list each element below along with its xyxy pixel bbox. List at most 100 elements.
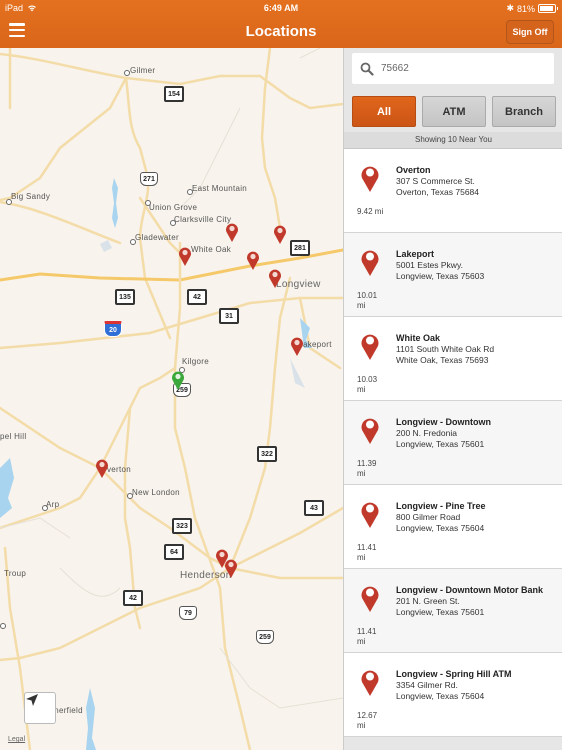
map-pin-longview-downtown[interactable] — [268, 268, 282, 288]
map-roads — [0, 48, 343, 750]
status-time: 6:49 AM — [263, 3, 299, 13]
location-distance: 9.42 mi — [357, 207, 384, 216]
search-icon — [360, 62, 374, 76]
map-label-union-grove: Union Grove — [149, 203, 198, 212]
map-pin-overton[interactable] — [95, 458, 109, 478]
highway-shield: 154 — [164, 86, 184, 102]
map-label-overton: verton — [107, 465, 132, 474]
highway-shield: 42 — [123, 590, 143, 606]
results-count: Showing 10 Near You — [344, 132, 562, 149]
map-pin-current-location[interactable] — [171, 370, 185, 390]
map-label-clarksville-city: Clarksville City — [174, 215, 232, 224]
map-pin-icon — [361, 586, 379, 612]
highway-shield: 64 — [164, 544, 184, 560]
filter-all-button[interactable]: All — [352, 96, 416, 127]
battery-percent: 81% — [516, 3, 535, 14]
location-address-line1: 1101 South White Oak Rd — [396, 344, 495, 354]
map-label-big-sandy: Big Sandy — [11, 192, 51, 201]
sign-off-button[interactable]: Sign Off — [506, 20, 554, 44]
highway-shield: 271 — [140, 172, 158, 186]
status-bar: iPad 6:49 AM ✱ 81% — [0, 0, 562, 16]
location-address-line1: 800 Gilmer Road — [396, 512, 461, 522]
location-name: Longview - Downtown Motor Bank — [396, 585, 543, 595]
location-address-line2: White Oak, Texas 75693 — [396, 354, 489, 365]
location-list-item[interactable]: Overton 307 S Commerce St. Overton, Texas… — [344, 149, 562, 233]
highway-shield: 43 — [304, 500, 324, 516]
highway-shield: 31 — [219, 308, 239, 324]
location-name: Lakeport — [396, 249, 435, 259]
legal-link[interactable]: Legal — [8, 736, 25, 743]
map-label-gilmer: Gilmer — [130, 66, 156, 75]
map-pin-icon — [361, 334, 379, 360]
location-address-line1: 3354 Gilmer Rd. — [396, 680, 458, 690]
highway-shield: 281 — [290, 240, 310, 256]
bluetooth-icon: ✱ — [506, 3, 514, 13]
map-label-longview: Longview — [276, 279, 321, 290]
current-location-button[interactable] — [24, 692, 56, 724]
highway-shield: 259 — [256, 630, 274, 644]
location-arrow-icon — [26, 694, 38, 706]
city-dot — [0, 623, 6, 629]
highway-shield: 135 — [115, 289, 135, 305]
location-distance: 10.01 mi — [357, 291, 378, 310]
locations-panel: All ATM Branch Showing 10 Near You Overt… — [343, 48, 562, 750]
map-pin-icon — [361, 250, 379, 276]
map-pin-icon — [361, 166, 379, 192]
location-address-line2: Longview, Texas 75604 — [396, 690, 485, 701]
map-pin-pine-tree[interactable] — [273, 224, 287, 244]
location-distance: 12.67 mi — [357, 711, 378, 730]
location-distance: 11.39 mi — [357, 459, 377, 478]
page-title: Locations — [245, 23, 317, 40]
location-address-line1: 307 S Commerce St. — [396, 176, 475, 186]
location-name: Overton — [396, 165, 431, 175]
location-list-item[interactable]: Longview - Pine Tree 800 Gilmer Road Long… — [344, 485, 562, 569]
locations-list[interactable]: Overton 307 S Commerce St. Overton, Texas… — [344, 149, 562, 737]
map-label-arp: Arp — [46, 500, 60, 509]
location-distance: 10.03 mi — [357, 375, 378, 394]
filter-segmented-control: All ATM Branch — [352, 96, 556, 127]
location-list-item[interactable]: Longview - Spring Hill ATM 3354 Gilmer R… — [344, 653, 562, 737]
filter-atm-button[interactable]: ATM — [422, 96, 486, 127]
map-label-troup: Troup — [4, 569, 27, 578]
location-address-line2: Longview, Texas 75603 — [396, 270, 485, 281]
map-pin-spring-hill[interactable] — [246, 250, 260, 270]
location-list-item[interactable]: Lakeport 5001 Estes Pkwy. Longview, Texas… — [344, 233, 562, 317]
location-address-line2: Overton, Texas 75684 — [396, 186, 480, 197]
map-pin-icon — [361, 502, 379, 528]
lake — [112, 178, 118, 228]
search-input[interactable] — [379, 62, 543, 75]
highway-shield: 79 — [179, 606, 197, 620]
map-pin-henderson-2[interactable] — [224, 558, 238, 578]
location-list-item[interactable]: Longview - Downtown 200 N. Fredonia Longv… — [344, 401, 562, 485]
location-address-line2: Longview, Texas 75604 — [396, 522, 485, 533]
filter-branch-button[interactable]: Branch — [492, 96, 556, 127]
interstate-shield: 20 — [104, 321, 122, 337]
top-bar: iPad 6:49 AM ✱ 81% Locations Sign Off — [0, 0, 562, 48]
map-pin-icon — [361, 418, 379, 444]
map-label-white-oak: White Oak — [191, 245, 232, 254]
map-pin-lakeport[interactable] — [290, 336, 304, 356]
location-distance: 11.41 mi — [357, 627, 377, 646]
location-list-item[interactable]: Longview - Downtown Motor Bank 201 N. Gr… — [344, 569, 562, 653]
location-distance: 11.41 mi — [357, 543, 377, 562]
location-list-item[interactable]: White Oak 1101 South White Oak Rd White O… — [344, 317, 562, 401]
location-address-line1: 200 N. Fredonia — [396, 428, 457, 438]
map-pin-icon — [361, 670, 379, 696]
location-name: White Oak — [396, 333, 441, 343]
nav-bar: Locations Sign Off — [0, 16, 562, 48]
map-label-east-mountain: East Mountain — [192, 184, 248, 193]
map-label-new-london: New London — [132, 488, 180, 497]
map-pin-white-oak[interactable] — [178, 246, 192, 266]
highway-shield: 42 — [187, 289, 207, 305]
location-name: Longview - Downtown — [396, 417, 491, 427]
location-address-line1: 201 N. Green St. — [396, 596, 460, 606]
map-view[interactable]: Gilmer Big Sandy East Mountain Union Gro… — [0, 48, 343, 750]
search-field[interactable] — [352, 53, 554, 84]
location-name: Longview - Pine Tree — [396, 501, 486, 511]
map-label-summerfield: merfield — [52, 706, 83, 715]
map-label-kilgore: Kilgore — [182, 357, 210, 366]
map-label-bel-hill: pel Hill — [0, 432, 27, 441]
location-address-line2: Longview, Texas 75601 — [396, 606, 485, 617]
map-label-gladewater: Gladewater — [135, 233, 179, 242]
map-pin-clarksville[interactable] — [225, 222, 239, 242]
